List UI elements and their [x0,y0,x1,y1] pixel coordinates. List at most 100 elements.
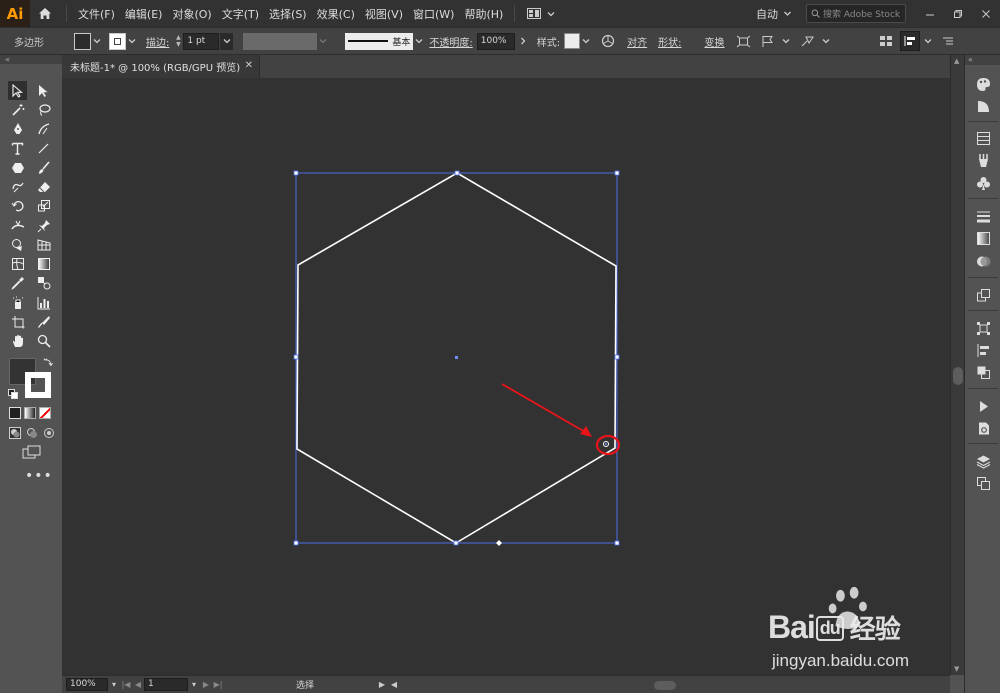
minimize-button[interactable] [916,0,944,27]
scroll-down-icon[interactable]: ▼ [954,665,959,673]
align-to-dropdown[interactable] [922,33,934,50]
scale-tool[interactable] [34,197,53,216]
shape-builder-tool[interactable] [8,235,27,254]
appearance-panel-icon[interactable] [974,286,992,304]
menu-help[interactable]: 帮助(H) [459,6,508,22]
puppet-warp-tool[interactable] [34,216,53,235]
zoom-field[interactable]: 100% [66,678,108,691]
scroll-up-icon[interactable]: ▲ [954,57,959,65]
artboard-canvas[interactable]: Bai du 经验 jingyan.baidu.com [62,78,950,675]
envelope-distort-button[interactable] [798,31,818,51]
scroll-left-icon[interactable]: ◀ [388,680,400,689]
menu-type[interactable]: 文字(T) [217,6,264,22]
status-text[interactable]: 选择 [296,678,376,691]
align-to-button[interactable] [899,31,920,51]
menu-select[interactable]: 选择(S) [264,6,312,22]
graphic-style-dropdown[interactable] [580,33,592,50]
draw-normal-icon[interactable] [9,427,21,439]
default-fill-stroke-icon[interactable] [8,389,18,399]
shape-link[interactable]: 形状: [658,34,681,49]
brush-definition[interactable]: 基本 [345,32,414,50]
stroke-label[interactable]: 描边: [146,34,169,49]
control-menu-button[interactable] [938,31,958,51]
selection-tool[interactable] [8,81,27,100]
stroke-panel-icon[interactable] [974,207,992,225]
handle-top-center[interactable] [454,170,460,176]
menu-object[interactable]: 对象(O) [167,6,216,22]
width-tool[interactable] [8,216,27,235]
workspace-switcher[interactable]: 自动 [756,6,792,22]
rotate-tool[interactable] [8,197,27,216]
align-link[interactable]: 对齐 [627,34,647,49]
gradient-panel-icon[interactable] [974,229,992,247]
handle-middle-left[interactable] [293,354,299,360]
handle-middle-right[interactable] [614,354,620,360]
zoom-tool[interactable] [34,332,53,351]
stroke-dropdown[interactable] [126,33,138,50]
previous-artboard-icon[interactable]: ◀ [132,680,144,689]
draw-behind-icon[interactable] [26,427,38,439]
type-tool[interactable] [8,139,27,158]
stroke-color-box[interactable] [25,372,51,398]
close-window-button[interactable] [972,0,1000,27]
color-guide-panel-icon[interactable] [974,97,992,115]
pathfinder-panel-icon[interactable] [974,363,992,381]
first-artboard-icon[interactable]: |◀ [120,680,132,689]
color-panel-icon[interactable] [974,75,992,93]
arrange-panel-button[interactable] [876,31,896,51]
line-segment-tool[interactable] [34,139,53,158]
menu-effect[interactable]: 效果(C) [312,6,360,22]
puppet-warp-button[interactable] [758,31,778,51]
isolate-button[interactable] [734,31,754,51]
menu-file[interactable]: 文件(F) [73,6,120,22]
gradient-mode-button[interactable] [24,407,36,419]
vertical-scroll-thumb[interactable] [953,367,963,385]
symbols-panel-icon[interactable] [974,174,992,192]
menu-window[interactable]: 窗口(W) [408,6,459,22]
envelope-dropdown[interactable] [820,33,832,50]
layers-panel-icon[interactable] [974,452,992,470]
artboard-tool[interactable] [8,313,27,332]
brush-definition-dropdown[interactable] [413,33,425,50]
stroke-weight-stepper[interactable]: ▲ ▼ [173,34,183,48]
gradient-tool[interactable] [34,255,53,274]
stroke-weight-dropdown[interactable] [220,32,234,50]
next-artboard-icon[interactable]: ▶ [200,680,212,689]
fill-dropdown[interactable] [91,33,103,50]
transform-panel-icon[interactable] [974,319,992,337]
artboard-dropdown-icon[interactable]: ▾ [188,680,200,689]
opacity-label[interactable]: 不透明度: [429,34,472,49]
recolor-artwork-button[interactable] [598,31,618,51]
polygon-tool[interactable] [8,158,27,177]
shaper-tool[interactable] [8,177,27,196]
zoom-dropdown-icon[interactable]: ▾ [108,680,120,689]
swatches-panel-icon[interactable] [974,129,992,147]
fill-swatch[interactable] [74,32,91,50]
vertical-scrollbar[interactable]: ▲ ▼ [950,55,964,675]
direct-selection-tool[interactable] [34,81,53,100]
hand-tool[interactable] [8,332,27,351]
transparency-panel-icon[interactable] [974,252,992,270]
lasso-tool[interactable] [34,100,53,119]
toolbar-collapse-bar[interactable]: « [0,55,62,64]
none-mode-button[interactable] [39,407,51,419]
handle-top-left[interactable] [293,170,299,176]
mesh-tool[interactable] [8,255,27,274]
screen-mode-icon[interactable] [22,445,42,459]
last-artboard-icon[interactable]: ▶| [212,680,224,689]
curvature-tool[interactable] [34,120,53,139]
handle-top-right[interactable] [614,170,620,176]
align-panel-icon[interactable] [974,341,992,359]
eyedropper-tool[interactable] [8,274,27,293]
column-graph-tool[interactable] [34,293,53,312]
variable-width-dropdown[interactable] [317,33,329,50]
magic-wand-tool[interactable] [8,100,27,119]
stroke-swatch[interactable] [109,32,126,50]
horizontal-scroll-thumb[interactable] [654,680,676,690]
opacity-arrow[interactable] [517,33,529,50]
arrange-documents-button[interactable] [527,8,556,19]
close-tab-icon[interactable]: ✕ [245,60,253,71]
actions-panel-icon[interactable] [974,397,992,415]
slice-tool[interactable] [34,313,53,332]
perspective-grid-tool[interactable] [34,235,53,254]
